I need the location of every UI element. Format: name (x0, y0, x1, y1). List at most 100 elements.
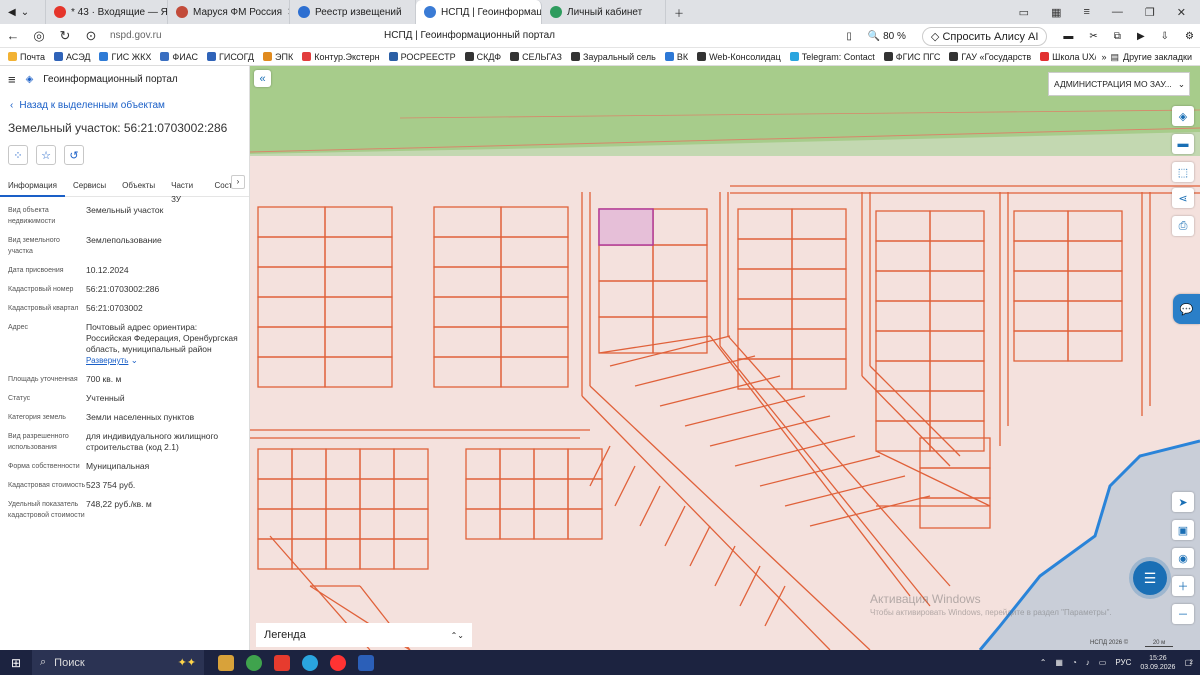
land-parcel[interactable] (465, 478, 501, 510)
land-parcel[interactable] (499, 508, 535, 540)
land-parcel[interactable] (393, 478, 429, 510)
yandex-browser-icon[interactable] (330, 654, 346, 671)
battery-icon[interactable]: ▭ (1099, 658, 1107, 667)
land-parcel[interactable] (324, 356, 393, 388)
land-parcel[interactable] (257, 206, 326, 238)
land-parcel[interactable] (500, 326, 569, 358)
land-parcel[interactable] (598, 316, 654, 354)
land-parcel[interactable] (257, 448, 293, 480)
zoom-in-button[interactable]: ＋ (1172, 576, 1194, 596)
land-parcel[interactable] (359, 448, 395, 480)
expand-address-link[interactable]: Развернуть (86, 356, 128, 365)
tab-2[interactable]: Объекты (114, 179, 163, 197)
tab-registry[interactable]: Реестр извещений (290, 0, 416, 24)
measure-button[interactable]: ▬ (1172, 134, 1194, 154)
land-parcel[interactable] (929, 300, 985, 332)
land-parcel[interactable] (433, 356, 502, 388)
zoom-indicator[interactable]: 🔍 80 % (868, 31, 906, 42)
back-arrow-icon[interactable]: ← (0, 28, 26, 43)
land-parcel[interactable] (929, 330, 985, 362)
bookmark-item[interactable]: ГИСОГД (207, 52, 254, 62)
tabs-scroll-right-button[interactable]: › (231, 175, 245, 189)
refresh-icon[interactable]: ↻ (52, 28, 78, 44)
land-parcel[interactable] (500, 296, 569, 328)
play-icon[interactable]: ▶ (1137, 31, 1145, 42)
land-parcel[interactable] (291, 478, 327, 510)
layers-button[interactable]: ◈ (1172, 106, 1194, 126)
zoom-out-button[interactable]: － (1172, 604, 1194, 624)
land-parcel[interactable] (257, 236, 326, 268)
land-parcel[interactable] (393, 538, 429, 570)
bookmark-item[interactable]: Зауральный сель (571, 52, 656, 62)
land-parcel[interactable] (257, 508, 293, 540)
yandex-icon[interactable]: ◎ (26, 28, 52, 44)
favorite-button[interactable]: ☆ (36, 145, 56, 165)
bookmark-item[interactable]: Telegram: Contact (789, 52, 875, 62)
chrome-icon[interactable] (246, 654, 262, 671)
land-parcel[interactable] (791, 358, 847, 390)
land-parcel[interactable] (929, 270, 985, 302)
navigate-button[interactable]: ➤ (1172, 492, 1194, 512)
tab-nspd[interactable]: НСПД | Геоинформационный портал✕ (416, 0, 542, 24)
land-parcel[interactable] (929, 360, 985, 392)
selected-parcel[interactable] (598, 208, 654, 246)
taskbar-search[interactable]: ⌕ Поиск ✦✦ (32, 650, 204, 675)
land-parcel[interactable] (1067, 300, 1123, 332)
land-parcel[interactable] (393, 448, 429, 480)
land-parcel[interactable] (393, 508, 429, 540)
screen-button[interactable]: ▣ (1172, 520, 1194, 540)
hamburger-icon[interactable]: ≡ (8, 72, 16, 87)
land-parcel[interactable] (1067, 330, 1123, 362)
select-area-button[interactable]: ⁘ (8, 145, 28, 165)
land-parcel[interactable] (1067, 270, 1123, 302)
land-parcel[interactable] (737, 268, 793, 300)
land-parcel[interactable] (791, 328, 847, 360)
land-parcel[interactable] (324, 236, 393, 268)
land-parcel[interactable] (875, 360, 931, 392)
land-parcel[interactable] (791, 268, 847, 300)
land-parcel[interactable] (791, 298, 847, 330)
windows-start-icon[interactable]: ⊞ (0, 656, 32, 670)
land-parcel[interactable] (652, 208, 708, 246)
share-button[interactable]: ⋖ (1172, 188, 1194, 208)
more-bookmarks-icon[interactable]: » (1102, 52, 1107, 62)
bookmark-icon[interactable]: ▯ (846, 31, 852, 42)
select-tool-button[interactable]: ⬚ (1172, 162, 1194, 182)
land-parcel[interactable] (499, 448, 535, 480)
land-parcel[interactable] (324, 296, 393, 328)
extension-icon[interactable]: ▬ (1063, 31, 1073, 42)
land-parcel[interactable] (359, 538, 395, 570)
language-indicator[interactable]: РУС (1115, 658, 1131, 667)
tools-icon[interactable]: ✂ (1089, 31, 1097, 42)
bookmark-item[interactable]: РОСРЕЕСТР (388, 52, 456, 62)
land-parcel[interactable] (359, 478, 395, 510)
land-parcel[interactable] (433, 296, 502, 328)
land-parcel[interactable] (324, 326, 393, 358)
land-parcel[interactable] (325, 448, 361, 480)
land-parcel[interactable] (737, 208, 793, 240)
land-parcel[interactable] (567, 448, 603, 480)
land-parcel[interactable] (257, 266, 326, 298)
land-parcel[interactable] (737, 328, 793, 360)
land-parcel[interactable] (1067, 240, 1123, 272)
land-parcel[interactable] (567, 508, 603, 540)
land-parcel[interactable] (257, 356, 326, 388)
land-parcel[interactable] (433, 326, 502, 358)
land-parcel[interactable] (875, 240, 931, 272)
land-parcel[interactable] (652, 244, 708, 282)
locate-button[interactable]: ◉ (1172, 548, 1194, 568)
land-parcel[interactable] (875, 210, 931, 242)
admin-select[interactable]: АДМИНИСТРАЦИЯ МО ЗАУ... ⌄ (1048, 72, 1190, 96)
url-field[interactable]: nspd.gov.ru (110, 30, 162, 41)
menu-icon[interactable]: ≡ (1083, 6, 1089, 18)
land-parcel[interactable] (257, 538, 293, 570)
land-parcel[interactable] (359, 508, 395, 540)
land-parcel[interactable] (652, 316, 708, 354)
land-parcel[interactable] (1067, 210, 1123, 242)
land-parcel[interactable] (499, 478, 535, 510)
downloads-icon[interactable]: ⇩ (1161, 31, 1169, 42)
notifications-icon[interactable]: ▢ 2 (1184, 658, 1192, 667)
land-parcel[interactable] (598, 280, 654, 318)
land-parcel[interactable] (500, 356, 569, 388)
tab-cabinet[interactable]: Личный кабинет (542, 0, 666, 24)
